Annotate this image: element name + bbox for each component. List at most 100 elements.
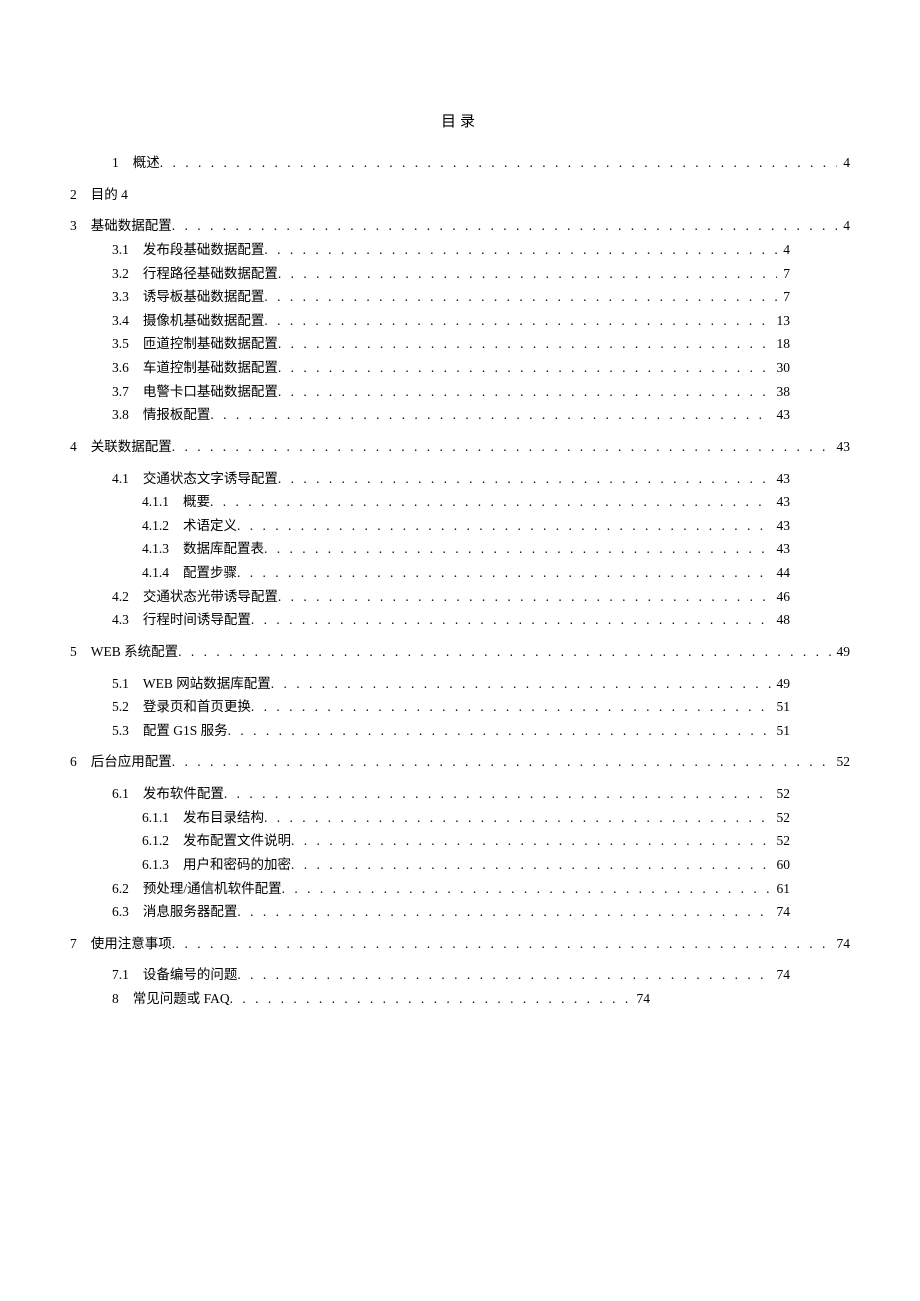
toc-entry-number: 1 <box>112 151 133 175</box>
toc-entry-number: 4.2 <box>112 585 143 609</box>
toc-entry-number: 3.3 <box>112 285 143 309</box>
toc-dot-leader <box>278 262 777 286</box>
toc-dot-leader <box>228 719 771 743</box>
toc-entry[interactable]: 6.1.3用户和密码的加密60 <box>70 853 850 877</box>
toc-entry[interactable]: 5.3配置 G1S 服务51 <box>70 719 850 743</box>
toc-dot-leader <box>210 403 770 427</box>
toc-dot-leader <box>291 853 771 877</box>
toc-entry[interactable]: 6.2预处理/通信机软件配置 61 <box>70 877 850 901</box>
toc-entry-page: 44 <box>771 561 791 585</box>
toc-entry[interactable]: 4.1.4配置步骤44 <box>70 561 850 585</box>
toc-entry-number: 5.1 <box>112 672 143 696</box>
toc-entry-page: 7 <box>777 285 790 309</box>
toc-entry-text: 设备编号的问题 <box>143 963 238 987</box>
toc-dot-leader <box>278 467 771 491</box>
toc-entry-number: 4 <box>70 435 91 459</box>
toc-entry[interactable]: 5.1WEB 网站数据库配置49 <box>70 672 850 696</box>
toc-entry-number: 4.3 <box>112 608 143 632</box>
toc-entry-page: 52 <box>771 806 791 830</box>
toc-entry-text: 预处理/通信机软件配置 <box>143 877 282 901</box>
toc-entry-text: 发布目录结构 <box>183 806 264 830</box>
toc-entry[interactable]: 3.6车道控制基础数据配置30 <box>70 356 850 380</box>
toc-entry-text: 诱导板基础数据配置 <box>143 285 265 309</box>
toc-dot-leader <box>251 695 771 719</box>
toc-entry[interactable]: 4.1.1概要43 <box>70 490 850 514</box>
toc-entry-text: 常见问题或 FAQ <box>133 987 230 1011</box>
toc-dot-leader <box>264 285 777 309</box>
toc-entry-text: 车道控制基础数据配置 <box>143 356 278 380</box>
toc-entry[interactable]: 1概述4 <box>70 151 850 175</box>
toc-entry[interactable]: 5WEB 系统配置 49 <box>70 640 850 664</box>
toc-entry[interactable]: 4.2交通状态光带诱导配置46 <box>70 585 850 609</box>
toc-dot-leader <box>172 932 831 956</box>
toc-dot-leader <box>282 877 771 901</box>
toc-entry-number: 6.1 <box>112 782 143 806</box>
toc-entry-page: 4 <box>777 238 790 262</box>
toc-entry[interactable]: 3.1发布段基础数据配置 4 <box>70 238 850 262</box>
toc-entry-text: 行程时间诱导配置 <box>143 608 251 632</box>
toc-entry-page: 4 <box>837 151 850 175</box>
toc-entry-number: 3.7 <box>112 380 143 404</box>
toc-entry-text: 配置 G1S 服务 <box>143 719 228 743</box>
toc-entry[interactable]: 3.3诱导板基础数据配置 7 <box>70 285 850 309</box>
toc-entry-text: 情报板配置 <box>143 403 211 427</box>
toc-entry[interactable]: 3.7电警卡口基础数据配置38 <box>70 380 850 404</box>
toc-dot-leader <box>178 640 830 664</box>
toc-dot-leader <box>210 490 771 514</box>
toc-entry[interactable]: 8常见问题或 FAQ74 <box>70 987 850 1011</box>
toc-entry[interactable]: 4关联数据配置43 <box>70 435 850 459</box>
toc-entry[interactable]: 3基础数据配置4 <box>70 214 850 238</box>
toc-dot-leader <box>271 672 771 696</box>
toc-entry-page: 43 <box>831 435 851 459</box>
toc-entry-page: 43 <box>771 403 791 427</box>
toc-entry[interactable]: 3.2行程路径基础数据配置7 <box>70 262 850 286</box>
toc-entry-number: 3.4 <box>112 309 143 333</box>
toc-entry[interactable]: 6.3消息服务器配置74 <box>70 900 850 924</box>
toc-entry-text: 使用注意事项 <box>91 932 172 956</box>
toc-entry-text: 发布配置文件说明 <box>183 829 291 853</box>
toc-dot-leader <box>172 214 838 238</box>
toc-entry-number: 6.1.2 <box>142 829 183 853</box>
toc-entry[interactable]: 6后台应用配置52 <box>70 750 850 774</box>
toc-entry-page: 61 <box>771 877 791 901</box>
toc-entry-page: 49 <box>831 640 851 664</box>
toc-entry[interactable]: 3.8情报板配置43 <box>70 403 850 427</box>
toc-entry-number: 3.2 <box>112 262 143 286</box>
toc-dot-leader <box>237 561 771 585</box>
toc-entry-number: 5 <box>70 640 91 664</box>
toc-entry[interactable]: 4.1.3数据库配置表43 <box>70 537 850 561</box>
toc-entry-page: 49 <box>771 672 791 696</box>
toc-entry[interactable]: 6.1.1发布目录结构52 <box>70 806 850 830</box>
toc-entry-number: 4.1.4 <box>142 561 183 585</box>
toc-entry[interactable]: 4.1交通状态文字诱导配置43 <box>70 467 850 491</box>
toc-entry[interactable]: 2目的 4 <box>70 183 850 207</box>
toc-entry-page: 74 <box>631 987 651 1011</box>
toc-entry[interactable]: 7.1设备编号的问题74 <box>70 963 850 987</box>
toc-entry-number: 6.2 <box>112 877 143 901</box>
toc-entry-text: 摄像机基础数据配置 <box>143 309 265 333</box>
toc-entry[interactable]: 4.3行程时间诱导配置48 <box>70 608 850 632</box>
toc-entry[interactable]: 3.5匝道控制基础数据配置18 <box>70 332 850 356</box>
toc-entry[interactable]: 4.1.2术语定义43 <box>70 514 850 538</box>
toc-entry-text: 发布段基础数据配置 <box>143 238 265 262</box>
toc-entry-text: 后台应用配置 <box>91 750 172 774</box>
toc-entry-page: 74 <box>771 900 791 924</box>
toc-entry-page: 38 <box>771 380 791 404</box>
toc-entry-text: WEB 系统配置 <box>91 640 178 664</box>
toc-dot-leader <box>278 356 771 380</box>
toc-entry-number: 4.1.3 <box>142 537 183 561</box>
toc-entry-number: 7 <box>70 932 91 956</box>
toc-entry-number: 3.1 <box>112 238 143 262</box>
toc-entry[interactable]: 6.1.2发布配置文件说明52 <box>70 829 850 853</box>
toc-entry[interactable]: 3.4摄像机基础数据配置13 <box>70 309 850 333</box>
toc-entry-page: 46 <box>771 585 791 609</box>
toc-entry[interactable]: 7使用注意事项74 <box>70 932 850 956</box>
toc-entry[interactable]: 6.1发布软件配置52 <box>70 782 850 806</box>
toc-entry-text: 交通状态文字诱导配置 <box>143 467 278 491</box>
toc-entry-text: 术语定义 <box>183 514 237 538</box>
toc-entry-number: 7.1 <box>112 963 143 987</box>
toc-dot-leader <box>264 309 770 333</box>
toc-dot-leader <box>172 435 831 459</box>
toc-entry-number: 5.3 <box>112 719 143 743</box>
toc-entry[interactable]: 5.2登录页和首页更换51 <box>70 695 850 719</box>
